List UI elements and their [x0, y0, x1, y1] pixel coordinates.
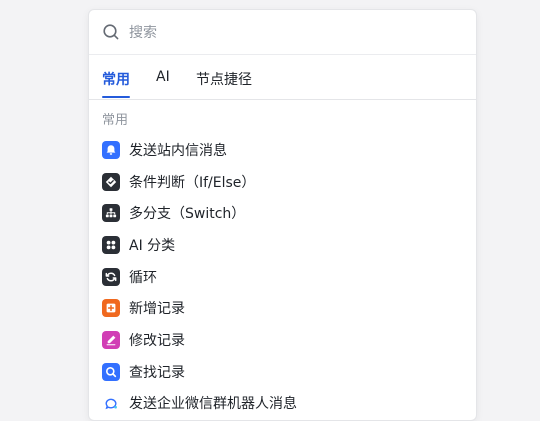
- list-item-label: 修改记录: [129, 332, 185, 349]
- list-item-label: 发送企业微信群机器人消息: [129, 396, 297, 413]
- list-item-label: 循环: [129, 269, 157, 286]
- loop-icon: [102, 267, 120, 286]
- tab-ai[interactable]: AI: [156, 69, 170, 85]
- node-list: 发送站内信消息 条件判断（If/Else） 多分支（Switch） AI 分类 …: [89, 134, 476, 419]
- list-item-label: 发送站内信消息: [129, 142, 227, 159]
- list-item-add-record[interactable]: 新增记录: [89, 292, 476, 324]
- list-item-ai-classify[interactable]: AI 分类: [89, 229, 476, 261]
- list-item-find-record[interactable]: 查找记录: [89, 356, 476, 388]
- active-tab-indicator: [102, 96, 130, 98]
- list-item-label: 查找记录: [129, 364, 185, 381]
- add-record-icon: [102, 299, 120, 318]
- tab-common[interactable]: 常用: [102, 69, 130, 89]
- list-item-wecom-bot-message[interactable]: 发送企业微信群机器人消息: [89, 388, 476, 420]
- list-item-edit-record[interactable]: 修改记录: [89, 324, 476, 356]
- search-input[interactable]: [127, 20, 451, 46]
- edit-record-icon: [102, 330, 120, 349]
- list-item-condition[interactable]: 条件判断（If/Else）: [89, 166, 476, 198]
- list-item-label: 条件判断（If/Else）: [129, 174, 256, 191]
- list-item-send-message[interactable]: 发送站内信消息: [89, 134, 476, 166]
- list-item-label: AI 分类: [129, 237, 176, 254]
- list-item-loop[interactable]: 循环: [89, 261, 476, 293]
- section-title: 常用: [102, 113, 129, 128]
- list-item-label: 多分支（Switch）: [129, 206, 246, 223]
- tab-node-shortcuts[interactable]: 节点捷径: [196, 69, 252, 89]
- list-item-switch[interactable]: 多分支（Switch）: [89, 197, 476, 229]
- search-bar: [89, 10, 476, 55]
- bell-icon: [102, 140, 120, 159]
- grid-dots-icon: [102, 235, 120, 254]
- wecom-icon: [102, 394, 120, 413]
- branch-tree-icon: [102, 204, 120, 223]
- search-icon: [103, 24, 119, 40]
- node-picker-panel: 常用 AI 节点捷径 常用 发送站内信消息 条件判断（If/Else）: [88, 9, 477, 421]
- tab-bar: 常用 AI 节点捷径: [89, 55, 476, 100]
- search-record-icon: [102, 362, 120, 381]
- list-item-label: 新增记录: [129, 301, 185, 318]
- condition-diamond-icon: [102, 172, 120, 191]
